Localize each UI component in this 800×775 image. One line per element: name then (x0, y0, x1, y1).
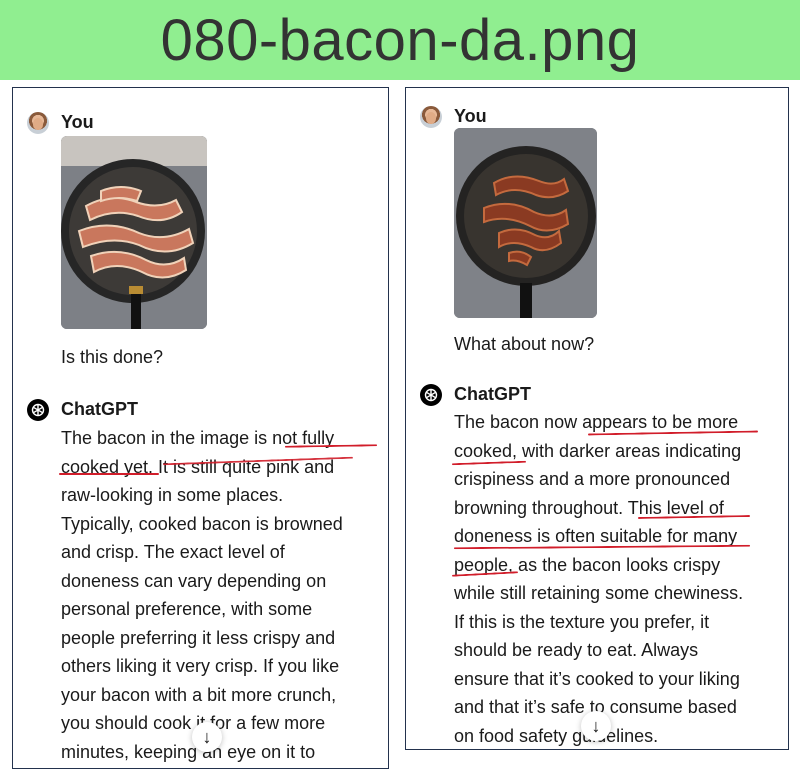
user-avatar (27, 112, 49, 134)
reply-line: The bacon in the image is not fully (61, 428, 335, 448)
reply-line: people preferring it less crispy and (61, 627, 336, 648)
reply-line: crispiness and a more pronounced (454, 469, 731, 489)
reply-line: and crisp. The exact level of (61, 542, 285, 562)
chat-panel-left[interactable]: You Is this done? ChatGPT The bacon in t… (12, 87, 389, 769)
reply-line: others liking it very crisp. If you like (61, 656, 340, 676)
reply-line: personal preference, with some (61, 599, 313, 619)
chatgpt-logo-icon (27, 399, 49, 421)
assistant-reply: The bacon in the image is not fully cook… (61, 424, 381, 766)
reply-line: should be ready to eat. Always (454, 640, 699, 660)
reply-line: Typically, cooked bacon is browned (61, 513, 343, 534)
scroll-down-button[interactable]: ↓ (581, 711, 611, 741)
chat-panel-right[interactable]: You What about now? ChatGPT The bacon no… (405, 87, 789, 750)
assistant-name: ChatGPT (61, 399, 139, 419)
reply-line: ensure that it’s cooked to your liking (454, 668, 740, 689)
user-message: Is this done? (61, 347, 164, 367)
reply-line: on food safety guidelines. (454, 725, 659, 746)
reply-line: raw-looking in some places. (61, 485, 284, 505)
red-underline-mark (59, 473, 159, 475)
bacon-photo[interactable] (454, 128, 597, 318)
reply-line: browning throughout. This level of (454, 497, 724, 518)
user-avatar (420, 106, 442, 128)
reply-line: and that it’s safe to consume based (454, 697, 737, 717)
user-name: You (454, 106, 487, 126)
file-banner: 080-bacon-da.png (0, 0, 800, 80)
file-name-title: 080-bacon-da.png (160, 8, 640, 73)
reply-line: people, as the bacon looks crispy (454, 554, 721, 575)
scroll-down-button[interactable]: ↓ (192, 722, 222, 752)
bacon-photo[interactable] (61, 136, 207, 329)
reply-line: If this is the texture you prefer, it (454, 611, 710, 632)
chatgpt-logo-icon (420, 384, 442, 406)
reply-line: while still retaining some chewiness. (454, 583, 744, 603)
user-message: What about now? (454, 334, 595, 354)
reply-line: your bacon with a bit more crunch, (61, 684, 337, 705)
reply-line: doneness can vary depending on (61, 570, 327, 591)
user-name: You (61, 112, 94, 132)
assistant-reply: The bacon now appears to be more cooked,… (454, 408, 784, 749)
assistant-name: ChatGPT (454, 384, 532, 404)
